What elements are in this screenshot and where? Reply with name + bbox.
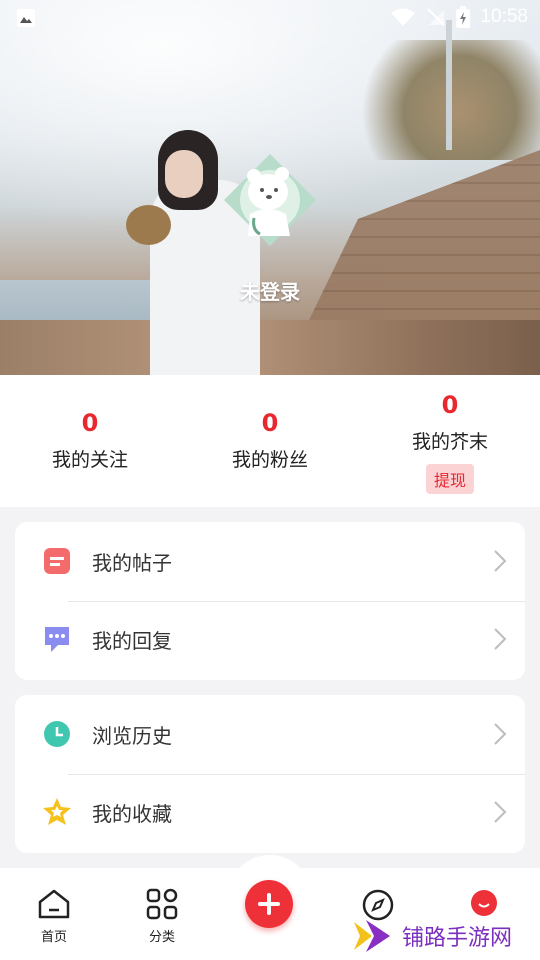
- menu-card-posts: 我的帖子 我的回复: [15, 522, 525, 680]
- withdraw-button[interactable]: 提现: [425, 464, 474, 494]
- nav-home[interactable]: 首页: [14, 888, 94, 945]
- following-stat[interactable]: 0 我的关注: [0, 409, 180, 472]
- coconut: [126, 205, 171, 245]
- history-clock-icon: [44, 721, 70, 747]
- menu-label: 我的回复: [92, 628, 172, 653]
- wifi-icon: [391, 8, 416, 26]
- menu-item-browse-history[interactable]: 浏览历史: [15, 695, 525, 773]
- menu-item-my-posts[interactable]: 我的帖子: [15, 522, 525, 600]
- rocks: [0, 320, 540, 375]
- add-post-button[interactable]: [245, 880, 293, 928]
- menu-label: 我的帖子: [92, 550, 172, 575]
- followers-stat[interactable]: 0 我的粉丝: [180, 409, 360, 472]
- menu-label: 浏览历史: [92, 723, 172, 748]
- bear-avatar-icon: [224, 154, 316, 246]
- following-label: 我的关注: [51, 449, 128, 471]
- mustard-count: 0: [441, 391, 459, 419]
- post-icon: [44, 548, 70, 574]
- followers-count: 0: [261, 409, 279, 437]
- watermark-text: 铺路手游网: [402, 926, 513, 951]
- followers-label: 我的粉丝: [231, 449, 308, 471]
- following-count: 0: [81, 409, 99, 437]
- battery-charging-icon: [456, 6, 471, 28]
- street-lamp: [446, 20, 452, 150]
- status-bar: 10:58: [0, 0, 540, 36]
- clock: 10:58: [480, 6, 528, 27]
- chevron-right-icon: [494, 723, 507, 745]
- menu-card-history: 浏览历史 我的收藏: [15, 695, 525, 853]
- login-status-text[interactable]: 未登录: [0, 276, 540, 305]
- watermark: 铺路手游网: [352, 912, 540, 960]
- nav-label: 首页: [40, 930, 67, 945]
- gallery-notification-icon: [16, 8, 36, 32]
- mustard-stat[interactable]: 0 我的芥末 提现: [360, 391, 540, 494]
- profile-header: 未登录: [0, 0, 540, 375]
- nav-label: 分类: [148, 930, 175, 945]
- no-signal-icon: [427, 8, 446, 26]
- stats-panel: 0 我的关注 0 我的粉丝 0 我的芥末 提现: [0, 375, 540, 507]
- star-icon: [43, 798, 71, 825]
- avatar[interactable]: [224, 154, 316, 246]
- chevron-right-icon: [494, 628, 507, 650]
- person-face: [165, 150, 203, 198]
- chevron-right-icon: [494, 550, 507, 572]
- mustard-label: 我的芥末: [411, 431, 488, 453]
- reply-icon: [45, 627, 69, 652]
- home-icon: [38, 889, 70, 919]
- trees: [340, 40, 540, 160]
- chevron-right-icon: [494, 801, 507, 823]
- watermark-logo-icon: [354, 920, 390, 952]
- menu-item-my-replies[interactable]: 我的回复: [15, 600, 525, 678]
- menu-label: 我的收藏: [92, 801, 172, 826]
- menu-item-favorites[interactable]: 我的收藏: [15, 773, 525, 851]
- category-grid-icon: [146, 888, 178, 920]
- nav-category[interactable]: 分类: [122, 888, 202, 945]
